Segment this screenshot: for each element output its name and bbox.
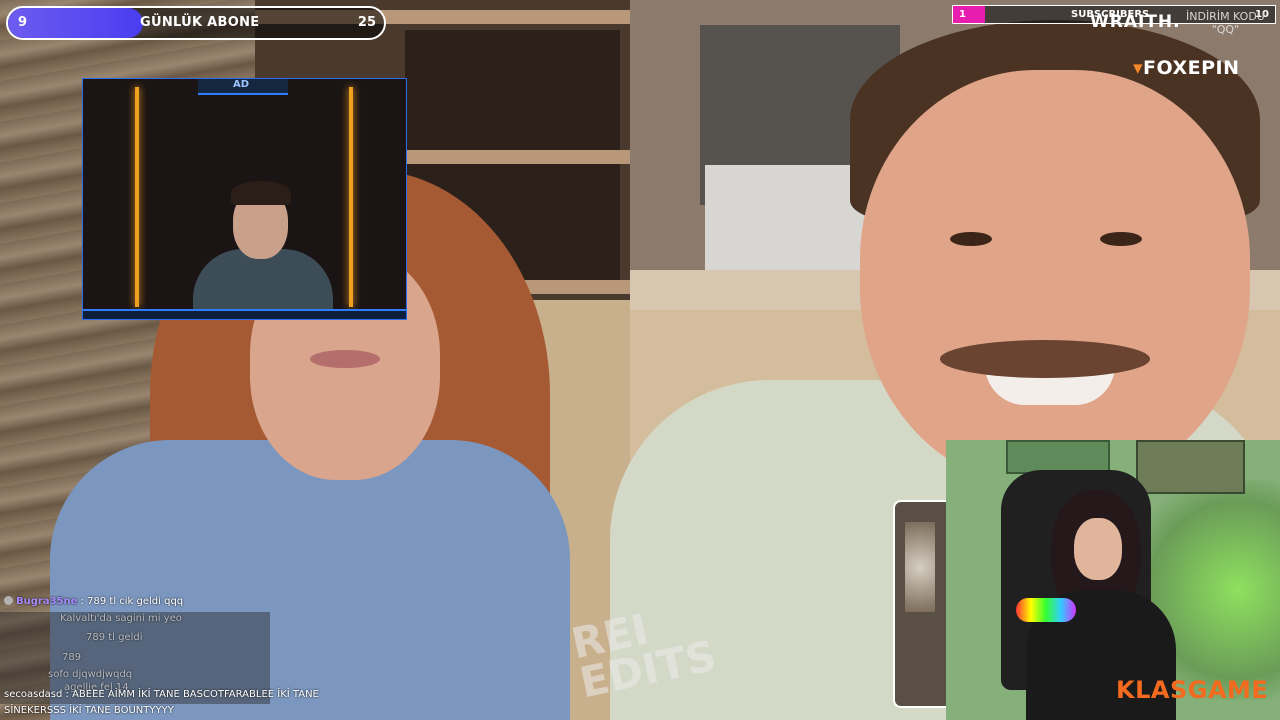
foxepin-text: FOXEPIN — [1143, 57, 1240, 79]
subscribers-current: 1 — [959, 9, 966, 20]
man-eye — [950, 232, 992, 246]
chat-text: 789 tl geldi — [86, 632, 143, 643]
led-strip — [349, 87, 353, 307]
daily-subs-current: 9 — [18, 15, 28, 30]
man-mustache — [940, 340, 1150, 378]
chat-message: Kalvaltı'da sagini mi yeo — [60, 613, 182, 624]
daily-subs-goal: 25 — [357, 15, 376, 30]
chat-text: Kalvaltı'da sagini mi yeo — [60, 613, 182, 624]
wall-picture — [1136, 440, 1245, 494]
chat-text: sofo djqwdjwqdq — [48, 669, 133, 680]
man-eye — [1100, 232, 1142, 246]
wall-picture — [1006, 440, 1110, 474]
discount-code: "QQ" — [1211, 23, 1240, 36]
fox-icon: ▾ — [1133, 57, 1144, 79]
guest-room-view — [893, 500, 949, 708]
man-face — [860, 70, 1250, 490]
led-strip — [135, 87, 139, 307]
discount-code-box: İNDİRİM KODU "QQ" — [1186, 10, 1265, 36]
lamp — [905, 522, 935, 612]
chat-message-latest: secoasdasd : ABEEE AİMM İKİ TANE BASCOTF… — [4, 687, 334, 719]
subscribers-progress-fill — [953, 6, 986, 23]
daily-subs-goal-bar: 9 GÜNLÜK ABONE 25 — [6, 6, 386, 40]
chat-message: 789 tl geldi — [86, 632, 143, 643]
chat-badge-icon — [4, 596, 13, 605]
webcam-frame-bottom — [83, 309, 406, 319]
chat-text: 789 — [62, 652, 82, 663]
chat-message: 789 — [62, 652, 81, 663]
klasgame-logo: KLASGAME — [1116, 676, 1269, 704]
streamer-hair — [231, 181, 291, 205]
daily-subs-label: GÜNLÜK ABONE — [140, 15, 260, 30]
guest-face — [1074, 518, 1122, 580]
woman-lips — [310, 350, 380, 368]
wraith-logo: WRAITH. — [1090, 12, 1181, 32]
streamer-webcam: AD — [82, 78, 407, 320]
chat-username: Bugra35ne — [16, 596, 78, 607]
chat-overlay: Bugra35ne : 789 tl cik geldi qqq Kalvalt… — [0, 592, 340, 720]
discount-label: İNDİRİM KODU — [1186, 10, 1265, 23]
chat-message: Bugra35ne : 789 tl cik geldi qqq — [4, 596, 183, 607]
white-box — [705, 165, 865, 270]
foxepin-logo: ▾FOXEPIN — [1133, 57, 1240, 79]
chat-username: secoasdasd — [4, 689, 63, 700]
chat-text: : 789 tl cik geldi qqq — [80, 596, 184, 607]
daily-subs-progress-fill — [8, 8, 144, 38]
chat-message: sofo djqwdjwqdq — [48, 669, 132, 680]
webcam-logo: AD — [233, 79, 250, 90]
rgb-microphone — [1016, 598, 1076, 622]
